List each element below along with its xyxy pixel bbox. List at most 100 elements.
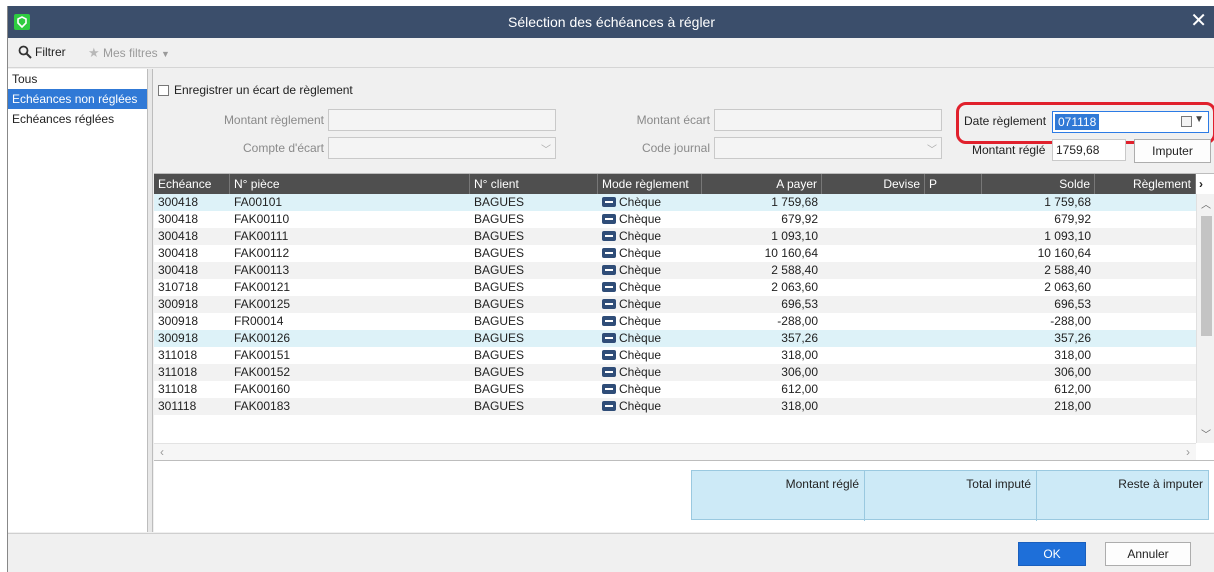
cell-devise xyxy=(822,364,925,381)
vertical-scrollbar[interactable]: ︿ ﹀ xyxy=(1196,194,1214,443)
cell-piece: FAK00151 xyxy=(234,348,291,362)
cell-a-payer: 2 063,60 xyxy=(771,280,818,294)
cell-client: BAGUES xyxy=(474,314,525,328)
cheque-icon xyxy=(602,265,616,275)
payment-mode-label: Chèque xyxy=(619,229,662,243)
table-row[interactable]: 300918 FAK00126 BAGUES Chèque 357,26 357,26 xyxy=(154,330,1196,347)
cell-a-payer: 306,00 xyxy=(781,365,818,379)
cell-mode: Chèque xyxy=(598,262,702,279)
cell-p xyxy=(925,364,982,381)
cell-mode: Chèque xyxy=(598,398,702,415)
compte-ecart-select[interactable]: ﹀ xyxy=(328,137,556,159)
cell-devise xyxy=(822,330,925,347)
cell-solde: 306,00 xyxy=(1054,365,1091,379)
payment-mode-label: Chèque xyxy=(619,348,662,362)
filter-toolbar: Filtrer ★ Mes filtres ▼ xyxy=(8,38,1214,68)
chevron-left-icon[interactable]: ‹ xyxy=(160,445,164,459)
cheque-icon xyxy=(602,282,616,292)
imputer-button[interactable]: Imputer xyxy=(1134,139,1211,163)
dialog-footer: OK Annuler xyxy=(8,533,1214,572)
cell-reglement xyxy=(1095,194,1196,211)
cell-echeance: 300418 xyxy=(158,195,199,209)
table-row[interactable]: 300918 FAK00125 BAGUES Chèque 696,53 696,53 xyxy=(154,296,1196,313)
sidebar-item-tous[interactable]: Tous xyxy=(8,69,147,89)
cell-solde: 10 160,64 xyxy=(1037,246,1091,260)
cell-client: BAGUES xyxy=(474,348,525,362)
cheque-icon xyxy=(602,197,616,207)
echeances-grid: Echéance N° pièce N° client Mode règleme… xyxy=(154,173,1214,460)
cell-devise xyxy=(822,279,925,296)
table-row[interactable]: 300418 FAK00112 BAGUES Chèque 10 160,64 10 16… xyxy=(154,245,1196,262)
scroll-thumb[interactable] xyxy=(1201,216,1212,336)
filter-button[interactable]: Filtrer xyxy=(18,45,66,59)
totals-panel: Montant réglé Total imputé Reste à imput… xyxy=(691,470,1209,521)
table-row[interactable]: 300418 FAK00111 BAGUES Chèque 1 093,10 1 093,… xyxy=(154,228,1196,245)
sidebar-splitter[interactable] xyxy=(148,69,153,532)
chevron-right-icon[interactable]: › xyxy=(1186,445,1190,459)
montant-ecart-field[interactable] xyxy=(714,109,942,131)
cell-solde: -288,00 xyxy=(1050,314,1091,328)
col-a-payer[interactable]: A payer xyxy=(702,174,822,194)
table-row[interactable]: 300418 FAK00113 BAGUES Chèque 2 588,40 2 588,… xyxy=(154,262,1196,279)
table-row[interactable]: 300418 FAK00110 BAGUES Chèque 679,92 679,92 xyxy=(154,211,1196,228)
chevron-down-icon[interactable]: ﹀ xyxy=(1201,426,1211,441)
col-reglement[interactable]: Règlement xyxy=(1095,174,1196,194)
col-echeance[interactable]: Echéance xyxy=(154,174,230,194)
table-row[interactable]: 300918 FR00014 BAGUES Chèque -288,00 -288,00 xyxy=(154,313,1196,330)
cheque-icon xyxy=(602,299,616,309)
cell-echeance: 311018 xyxy=(158,365,198,379)
cell-devise xyxy=(822,313,925,330)
sidebar: Tous Echéances non réglées Echéances rég… xyxy=(8,69,148,532)
sidebar-item-echeances-reglees[interactable]: Echéances réglées xyxy=(8,109,147,129)
col-piece[interactable]: N° pièce xyxy=(230,174,470,194)
search-icon xyxy=(18,45,32,59)
cell-piece: FR00014 xyxy=(234,314,284,328)
cell-reglement xyxy=(1095,262,1196,279)
title-bar: Sélection des échéances à régler ✕ xyxy=(8,6,1214,38)
col-p[interactable]: P xyxy=(925,174,982,194)
cell-devise xyxy=(822,228,925,245)
cell-devise xyxy=(822,262,925,279)
table-row[interactable]: 300418 FA00101 BAGUES Chèque 1 759,68 1 759,6… xyxy=(154,194,1196,211)
table-row[interactable]: 311018 FAK00152 BAGUES Chèque 306,00 306,00 xyxy=(154,364,1196,381)
cell-mode: Chèque xyxy=(598,211,702,228)
cancel-button[interactable]: Annuler xyxy=(1105,542,1191,566)
cell-reglement xyxy=(1095,296,1196,313)
chevron-up-icon[interactable]: ︿ xyxy=(1201,196,1211,211)
horizontal-scrollbar[interactable]: ‹ › xyxy=(154,443,1196,460)
close-icon[interactable]: ✕ xyxy=(1190,10,1207,32)
table-row[interactable]: 311018 FAK00160 BAGUES Chèque 612,00 612,00 xyxy=(154,381,1196,398)
cheque-icon xyxy=(602,248,616,258)
cell-p xyxy=(925,211,982,228)
col-devise[interactable]: Devise xyxy=(822,174,925,194)
cell-echeance: 301118 xyxy=(158,399,197,413)
cell-echeance: 311018 xyxy=(158,348,198,362)
table-row[interactable]: 310718 FAK00121 BAGUES Chèque 2 063,60 2 063,… xyxy=(154,279,1196,296)
ok-button[interactable]: OK xyxy=(1018,542,1086,566)
cell-client: BAGUES xyxy=(474,229,525,243)
montant-reglement-field[interactable] xyxy=(328,109,556,131)
my-filters-button[interactable]: ★ Mes filtres ▼ xyxy=(88,45,170,61)
compte-ecart-label: Compte d'écart xyxy=(243,141,324,155)
cell-solde: 679,92 xyxy=(1054,212,1091,226)
register-gap-label: Enregistrer un écart de règlement xyxy=(174,83,353,97)
col-solde[interactable]: Solde xyxy=(982,174,1095,194)
cell-solde: 696,53 xyxy=(1054,297,1091,311)
cell-a-payer: -288,00 xyxy=(777,314,818,328)
cell-solde: 1 759,68 xyxy=(1044,195,1091,209)
col-client[interactable]: N° client xyxy=(470,174,598,194)
cell-reglement xyxy=(1095,228,1196,245)
table-row[interactable]: 301118 FAK00183 BAGUES Chèque 318,00 218,00 xyxy=(154,398,1196,415)
cell-solde: 318,00 xyxy=(1054,348,1091,362)
chevron-right-icon[interactable]: › xyxy=(1196,174,1214,194)
col-mode[interactable]: Mode règlement xyxy=(598,174,702,194)
montant-regle-field[interactable]: 1759,68 xyxy=(1052,139,1126,161)
cell-p xyxy=(925,279,982,296)
sidebar-item-echeances-non-reglees[interactable]: Echéances non réglées xyxy=(8,89,147,109)
cell-mode: Chèque xyxy=(598,330,702,347)
cell-piece: FAK00112 xyxy=(234,246,290,260)
table-row[interactable]: 311018 FAK00151 BAGUES Chèque 318,00 318,00 xyxy=(154,347,1196,364)
code-journal-select[interactable]: ﹀ xyxy=(714,137,942,159)
register-gap-checkbox[interactable] xyxy=(158,85,169,96)
cheque-icon xyxy=(602,350,616,360)
